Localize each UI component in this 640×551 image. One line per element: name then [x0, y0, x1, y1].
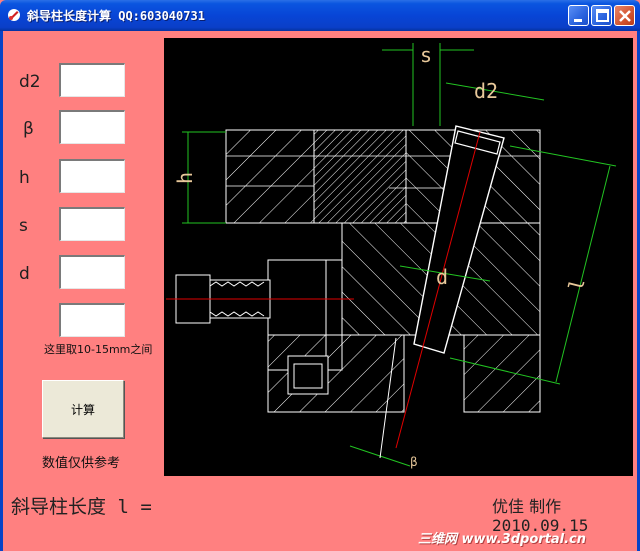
reference-note: 数值仅供参考	[42, 456, 121, 471]
label-s: s	[19, 216, 28, 236]
title-bar[interactable]: 斜导柱长度计算 QQ:603040731	[0, 0, 640, 31]
dim-label-s: s	[420, 43, 432, 67]
dim-label-d2: d2	[474, 79, 498, 103]
dim-label-beta: β	[410, 455, 418, 469]
watermark: 三维网 www.3dportal.cn	[418, 532, 587, 547]
minimize-icon	[574, 19, 582, 22]
label-h: h	[19, 168, 30, 188]
result-output[interactable]	[59, 303, 125, 337]
dim-label-h: h	[173, 172, 197, 184]
mold-diagram: s d2 h d l β	[164, 38, 633, 476]
maximize-button[interactable]	[591, 5, 612, 26]
length-result-label: 斜导柱长度 l =	[11, 496, 152, 518]
range-hint: 这里取10-15mm之间	[44, 343, 153, 356]
label-d2: d2	[19, 72, 41, 92]
window-title: 斜导柱长度计算 QQ:603040731	[27, 9, 205, 23]
close-icon	[619, 10, 631, 22]
s-input[interactable]	[59, 207, 125, 241]
calculate-button[interactable]: 计算	[42, 380, 124, 438]
author-credit: 优佳 制作	[492, 497, 562, 516]
d2-input[interactable]	[59, 63, 125, 97]
beta-input[interactable]	[59, 110, 125, 144]
maximize-icon	[596, 9, 609, 22]
h-input[interactable]	[59, 159, 125, 193]
close-button[interactable]	[614, 5, 635, 26]
minimize-button[interactable]	[568, 5, 589, 26]
dim-label-l: l	[564, 276, 590, 293]
d-input[interactable]	[59, 255, 125, 289]
app-icon	[8, 9, 20, 21]
bottom-plate	[267, 334, 541, 413]
label-beta: β	[23, 119, 34, 139]
dim-label-d: d	[436, 265, 448, 289]
label-d: d	[19, 264, 30, 284]
